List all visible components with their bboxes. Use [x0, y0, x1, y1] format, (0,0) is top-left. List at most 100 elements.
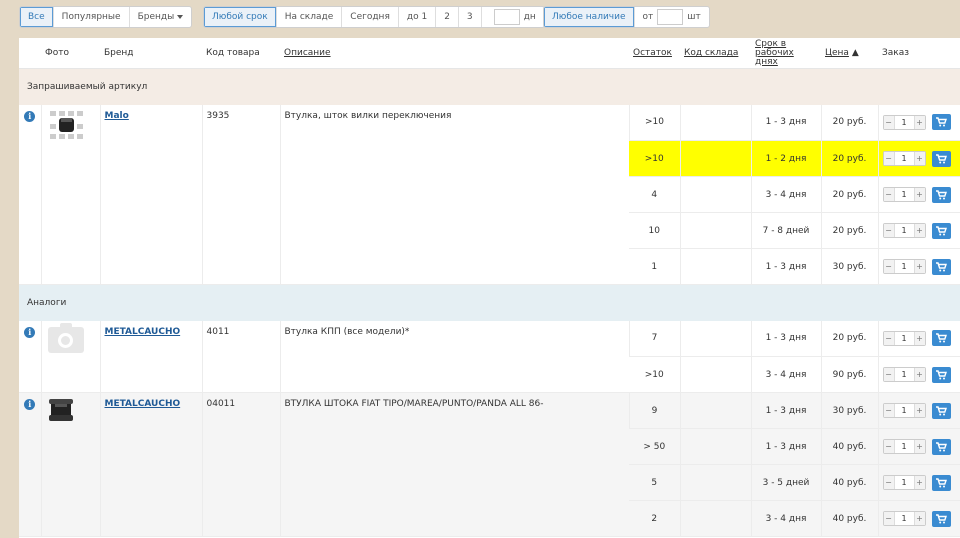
decrement-button[interactable]: −	[883, 152, 895, 165]
quantity-input[interactable]: 1	[895, 512, 914, 525]
increment-button[interactable]: +	[913, 188, 925, 201]
product-code: 3935	[201, 104, 280, 285]
stock-cell: 7	[628, 320, 680, 357]
order-cell: −1 +	[877, 140, 960, 177]
info-icon[interactable]: i	[24, 326, 36, 338]
th-info	[19, 38, 41, 69]
qty-input[interactable]	[657, 8, 684, 25]
increment-button[interactable]: +	[913, 440, 925, 453]
order-cell: −1 +	[877, 104, 960, 141]
order-controls: −1 +	[882, 258, 957, 275]
cart-icon[interactable]	[931, 366, 951, 383]
increment-button[interactable]: +	[913, 404, 925, 417]
th-term[interactable]: Срок в рабочих днях	[751, 38, 821, 69]
quantity-stepper: −1 +	[882, 439, 926, 454]
th-desc[interactable]: Описание	[280, 38, 629, 69]
increment-button[interactable]: +	[913, 368, 925, 381]
table-row: i Malo 3935 Втулка, шток вилки переключения…	[19, 104, 960, 285]
camera-placeholder-icon[interactable]	[46, 322, 96, 353]
increment-button[interactable]: +	[913, 476, 925, 489]
quantity-input[interactable]: 1	[895, 188, 914, 201]
brand-link[interactable]: METALCAUCHO	[105, 399, 181, 409]
quantity-input[interactable]: 1	[895, 476, 914, 489]
order-controls: −1 +	[882, 222, 957, 239]
term-cell: 1 - 2 дня	[750, 140, 821, 177]
term-instock-button[interactable]: На складе	[277, 7, 343, 27]
cart-icon[interactable]	[931, 474, 951, 491]
product-photo[interactable]	[46, 107, 96, 144]
cart-icon[interactable]	[931, 222, 951, 239]
decrement-button[interactable]: −	[883, 476, 895, 489]
decrement-button[interactable]: −	[883, 512, 895, 525]
cart-icon[interactable]	[931, 114, 951, 131]
brand-link[interactable]: METALCAUCHO	[105, 327, 181, 337]
th-order: Заказ	[878, 38, 960, 69]
quantity-input[interactable]: 1	[895, 152, 914, 165]
warehouse-cell	[679, 320, 751, 357]
term-today-button[interactable]: Сегодня	[342, 7, 399, 27]
cart-icon[interactable]	[931, 402, 951, 419]
th-warehouse[interactable]: Код склада	[680, 38, 751, 69]
stock-cell: 1	[629, 248, 680, 285]
th-price[interactable]: Цена ▲	[821, 38, 878, 69]
price-cell: 20 руб.	[820, 140, 878, 177]
increment-button[interactable]: +	[913, 152, 925, 165]
table-row: i METALCAUCHO 04011 ВТУЛКА ШТОКА FIAT TIPO/…	[19, 392, 960, 537]
term-cell: 3 - 4 дня	[750, 500, 821, 537]
term-cell: 1 - 3 дня	[750, 320, 821, 357]
quantity-input[interactable]: 1	[895, 368, 914, 381]
term-upto1-button[interactable]: до 1	[399, 7, 437, 27]
increment-button[interactable]: +	[913, 224, 925, 237]
filter-popular-button[interactable]: Популярные	[54, 7, 130, 27]
decrement-button[interactable]: −	[883, 224, 895, 237]
info-icon[interactable]: i	[24, 399, 36, 410]
results-table: Фото Бренд Код товара Описание Остаток К…	[19, 38, 960, 537]
decrement-button[interactable]: −	[883, 188, 895, 201]
decrement-button[interactable]: −	[883, 115, 895, 129]
increment-button[interactable]: +	[913, 260, 925, 273]
quantity-input[interactable]: 1	[895, 440, 914, 453]
price-cell: 40 руб.	[820, 500, 878, 537]
th-stock-label: Остаток	[633, 48, 672, 58]
qty-any-button[interactable]: Любое наличие	[544, 7, 635, 27]
increment-button[interactable]: +	[913, 512, 925, 525]
decrement-button[interactable]: −	[883, 331, 895, 345]
cart-icon[interactable]	[931, 150, 951, 167]
term-3-button[interactable]: 3	[459, 7, 482, 27]
product-photo[interactable]	[46, 395, 96, 428]
warehouse-cell	[679, 356, 751, 393]
term-any-button[interactable]: Любой срок	[204, 7, 277, 27]
filter-all-button[interactable]: Все	[20, 7, 54, 27]
decrement-button[interactable]: −	[883, 368, 895, 381]
decrement-button[interactable]: −	[883, 404, 895, 417]
increment-button[interactable]: +	[913, 331, 925, 345]
order-cell: −1 +	[877, 248, 960, 285]
cart-icon[interactable]	[931, 186, 951, 203]
th-warehouse-label: Код склада	[684, 48, 739, 58]
brand-link[interactable]: Malo	[105, 111, 129, 121]
cart-icon[interactable]	[931, 258, 951, 275]
filter-brands-dropdown[interactable]: Бренды	[130, 7, 192, 27]
th-stock[interactable]: Остаток	[629, 38, 680, 69]
decrement-button[interactable]: −	[883, 260, 895, 273]
cart-icon[interactable]	[931, 330, 951, 347]
info-icon[interactable]: i	[24, 110, 36, 122]
decrement-button[interactable]: −	[883, 440, 895, 453]
quantity-input[interactable]: 1	[895, 224, 914, 237]
photo-cell	[40, 392, 100, 537]
quantity-input[interactable]: 1	[895, 404, 914, 417]
filter-group-qty: Любое наличие от шт	[543, 6, 710, 28]
product-description: Втулка КПП (все модели)*	[279, 320, 629, 393]
cart-icon[interactable]	[931, 438, 951, 455]
term-cell: 1 - 3 дня	[750, 104, 821, 141]
quantity-input[interactable]: 1	[895, 116, 914, 129]
increment-button[interactable]: +	[913, 115, 925, 129]
days-input[interactable]	[493, 8, 520, 25]
info-cell: i	[19, 320, 41, 393]
term-2-button[interactable]: 2	[436, 7, 459, 27]
quantity-input[interactable]: 1	[895, 332, 914, 345]
quantity-input[interactable]: 1	[895, 260, 914, 273]
table-row: i METALCAUCHO 4011 Втулка КПП (все модели)*…	[19, 320, 960, 393]
cart-icon[interactable]	[931, 510, 951, 527]
qty-unit: шт	[687, 12, 701, 22]
